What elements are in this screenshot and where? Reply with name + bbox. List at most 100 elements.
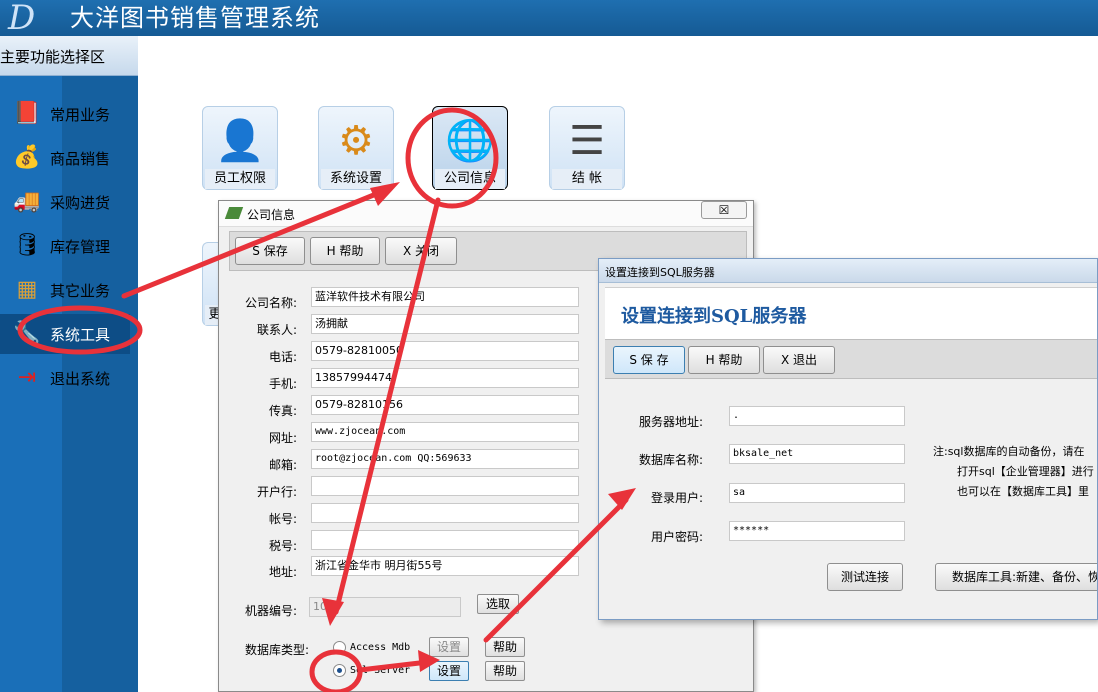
field-label: 联系人: [256, 323, 297, 337]
ledger-icon: ☰ [569, 118, 605, 164]
close-button[interactable]: X 关闭 [385, 237, 457, 265]
truck-icon: 🚚 [13, 189, 41, 214]
dialog-header: 设置连接到SQL服务器 [605, 287, 1097, 339]
database-name-field[interactable]: bksale_net [729, 444, 905, 464]
field-label: 开户行: [256, 485, 297, 499]
field-label: 登录用户: [650, 491, 703, 505]
access-label: Access Mdb [350, 642, 411, 653]
backup-note: 打开sql【企业管理器】进行 [957, 465, 1094, 478]
calendar-icon: ▦ [16, 277, 38, 302]
tools-icon: 🔧 [13, 321, 41, 346]
sqlserver-radio[interactable] [333, 664, 346, 677]
exit-button[interactable]: X 退出 [763, 346, 835, 374]
user-icon: 👤 [215, 118, 265, 164]
sidebar-item-inventory[interactable]: 🛢 库存管理 [12, 228, 132, 264]
phone-field[interactable]: 0579-82810050 [311, 341, 579, 361]
field-label: 公司名称: [244, 296, 297, 310]
sidebar-item-other[interactable]: ▦ 其它业务 [12, 272, 132, 308]
close-icon[interactable]: ☒ [701, 201, 747, 219]
password-field[interactable]: ****** [729, 521, 905, 541]
sidebar-item-label: 退出系统 [50, 369, 111, 388]
sidebar-item-label: 采购进货 [50, 193, 111, 212]
mobile-field[interactable]: 13857994474 [311, 368, 579, 388]
tool-checkout[interactable]: ☰ 结 帐 [549, 106, 625, 190]
window-title-bar: 公司信息 ☒ [219, 201, 753, 227]
window-icon [224, 207, 244, 219]
account-field[interactable] [311, 503, 579, 523]
sqlserver-label: Sql Server [350, 665, 411, 676]
sqlserver-setting-button[interactable]: 设置 [429, 661, 469, 681]
machine-label: 机器编号: [244, 604, 297, 618]
tool-label: 系统设置 [321, 169, 391, 189]
tool-label: 员工权限 [205, 169, 275, 189]
address-field[interactable]: 浙江省金华市 明月街55号 [311, 556, 579, 576]
tool-label: 公司信息 [435, 169, 505, 189]
help-button[interactable]: H 帮助 [310, 237, 380, 265]
db-type-label: 数据库类型: [244, 643, 309, 657]
book-icon: 📕 [13, 101, 41, 126]
sidebar-item-label: 系统工具 [50, 325, 111, 344]
window-title-bar: 设置连接到SQL服务器 [599, 259, 1097, 283]
sidebar-header-label: 主要功能选择区 [0, 48, 106, 66]
database-tools-button[interactable]: 数据库工具:新建、备份、恢 [935, 563, 1097, 591]
save-button[interactable]: S 保 存 [613, 346, 685, 374]
company-name-field[interactable]: 蓝洋软件技术有限公司 [311, 287, 579, 307]
field-label: 数据库名称: [638, 453, 703, 467]
fax-field[interactable]: 0579-82810156 [311, 395, 579, 415]
access-radio[interactable] [333, 641, 346, 654]
sidebar-item-label: 常用业务 [50, 105, 111, 124]
backup-note: 也可以在【数据库工具】里 [957, 485, 1089, 498]
tool-system-settings[interactable]: ⚙ 系统设置 [318, 106, 394, 190]
field-label: 电话: [268, 350, 297, 364]
window-title: 公司信息 [247, 208, 296, 222]
sidebar-item-label: 商品销售 [50, 149, 111, 168]
access-setting-button[interactable]: 设置 [429, 637, 469, 657]
website-field[interactable]: www.zjocean.com [311, 422, 579, 442]
tax-id-field[interactable] [311, 530, 579, 550]
sidebar-item-common-business[interactable]: 📕 常用业务 [12, 96, 132, 132]
select-button[interactable]: 选取 [477, 594, 519, 614]
test-connection-button[interactable]: 测试连接 [827, 563, 903, 591]
exit-icon: ⇥ [17, 365, 37, 390]
field-label: 服务器地址: [638, 415, 703, 429]
sidebar-item-system-tools[interactable]: 🔧 系统工具 [0, 314, 130, 354]
field-label: 传真: [268, 404, 297, 418]
dialog-heading: 设置连接到SQL服务器 [621, 306, 807, 327]
sql-connection-window: 设置连接到SQL服务器 设置连接到SQL服务器 S 保 存 H 帮助 X 退出 … [598, 258, 1098, 620]
field-label: 帐号: [268, 512, 297, 526]
email-field[interactable]: root@zjocean.com QQ:569633 [311, 449, 579, 469]
sidebar-item-label: 库存管理 [50, 237, 111, 256]
sidebar-item-exit[interactable]: ⇥ 退出系统 [12, 360, 132, 396]
gear-icon: ⚙ [338, 118, 374, 164]
field-label: 税号: [268, 539, 297, 553]
sidebar-item-purchase[interactable]: 🚚 采购进货 [12, 184, 132, 220]
coins-icon: 💰 [13, 145, 41, 170]
save-button[interactable]: S 保存 [235, 237, 305, 265]
field-label: 地址: [268, 565, 297, 579]
app-title: 大洋图书销售管理系统 [70, 4, 320, 32]
help-button[interactable]: H 帮助 [688, 346, 760, 374]
sidebar-header: 主要功能选择区 [0, 36, 138, 76]
tool-employee-permissions[interactable]: 👤 员工权限 [202, 106, 278, 190]
tool-label: 结 帐 [552, 169, 622, 189]
database-icon: 🛢 [13, 233, 41, 258]
sidebar-item-sales[interactable]: 💰 商品销售 [12, 140, 132, 176]
bank-field[interactable] [311, 476, 579, 496]
sidebar-item-label: 其它业务 [50, 281, 111, 300]
access-help-button[interactable]: 帮助 [485, 637, 525, 657]
window-title: 设置连接到SQL服务器 [605, 266, 715, 279]
app-logo: D [8, 0, 36, 38]
field-label: 用户密码: [650, 530, 703, 544]
field-label: 邮箱: [268, 458, 297, 472]
contact-field[interactable]: 汤拥献 [311, 314, 579, 334]
server-address-field[interactable]: . [729, 406, 905, 426]
login-user-field[interactable]: sa [729, 483, 905, 503]
field-label: 手机: [268, 377, 297, 391]
sql-toolbar: S 保 存 H 帮助 X 退出 [605, 339, 1097, 379]
machine-id-field: 10 [309, 597, 461, 617]
tool-company-info[interactable]: 🌐 公司信息 [432, 106, 508, 190]
field-label: 网址: [268, 431, 297, 445]
title-bar: D 大洋图书销售管理系统 [0, 0, 1098, 36]
sqlserver-help-button[interactable]: 帮助 [485, 661, 525, 681]
globe-icon: 🌐 [445, 118, 495, 164]
